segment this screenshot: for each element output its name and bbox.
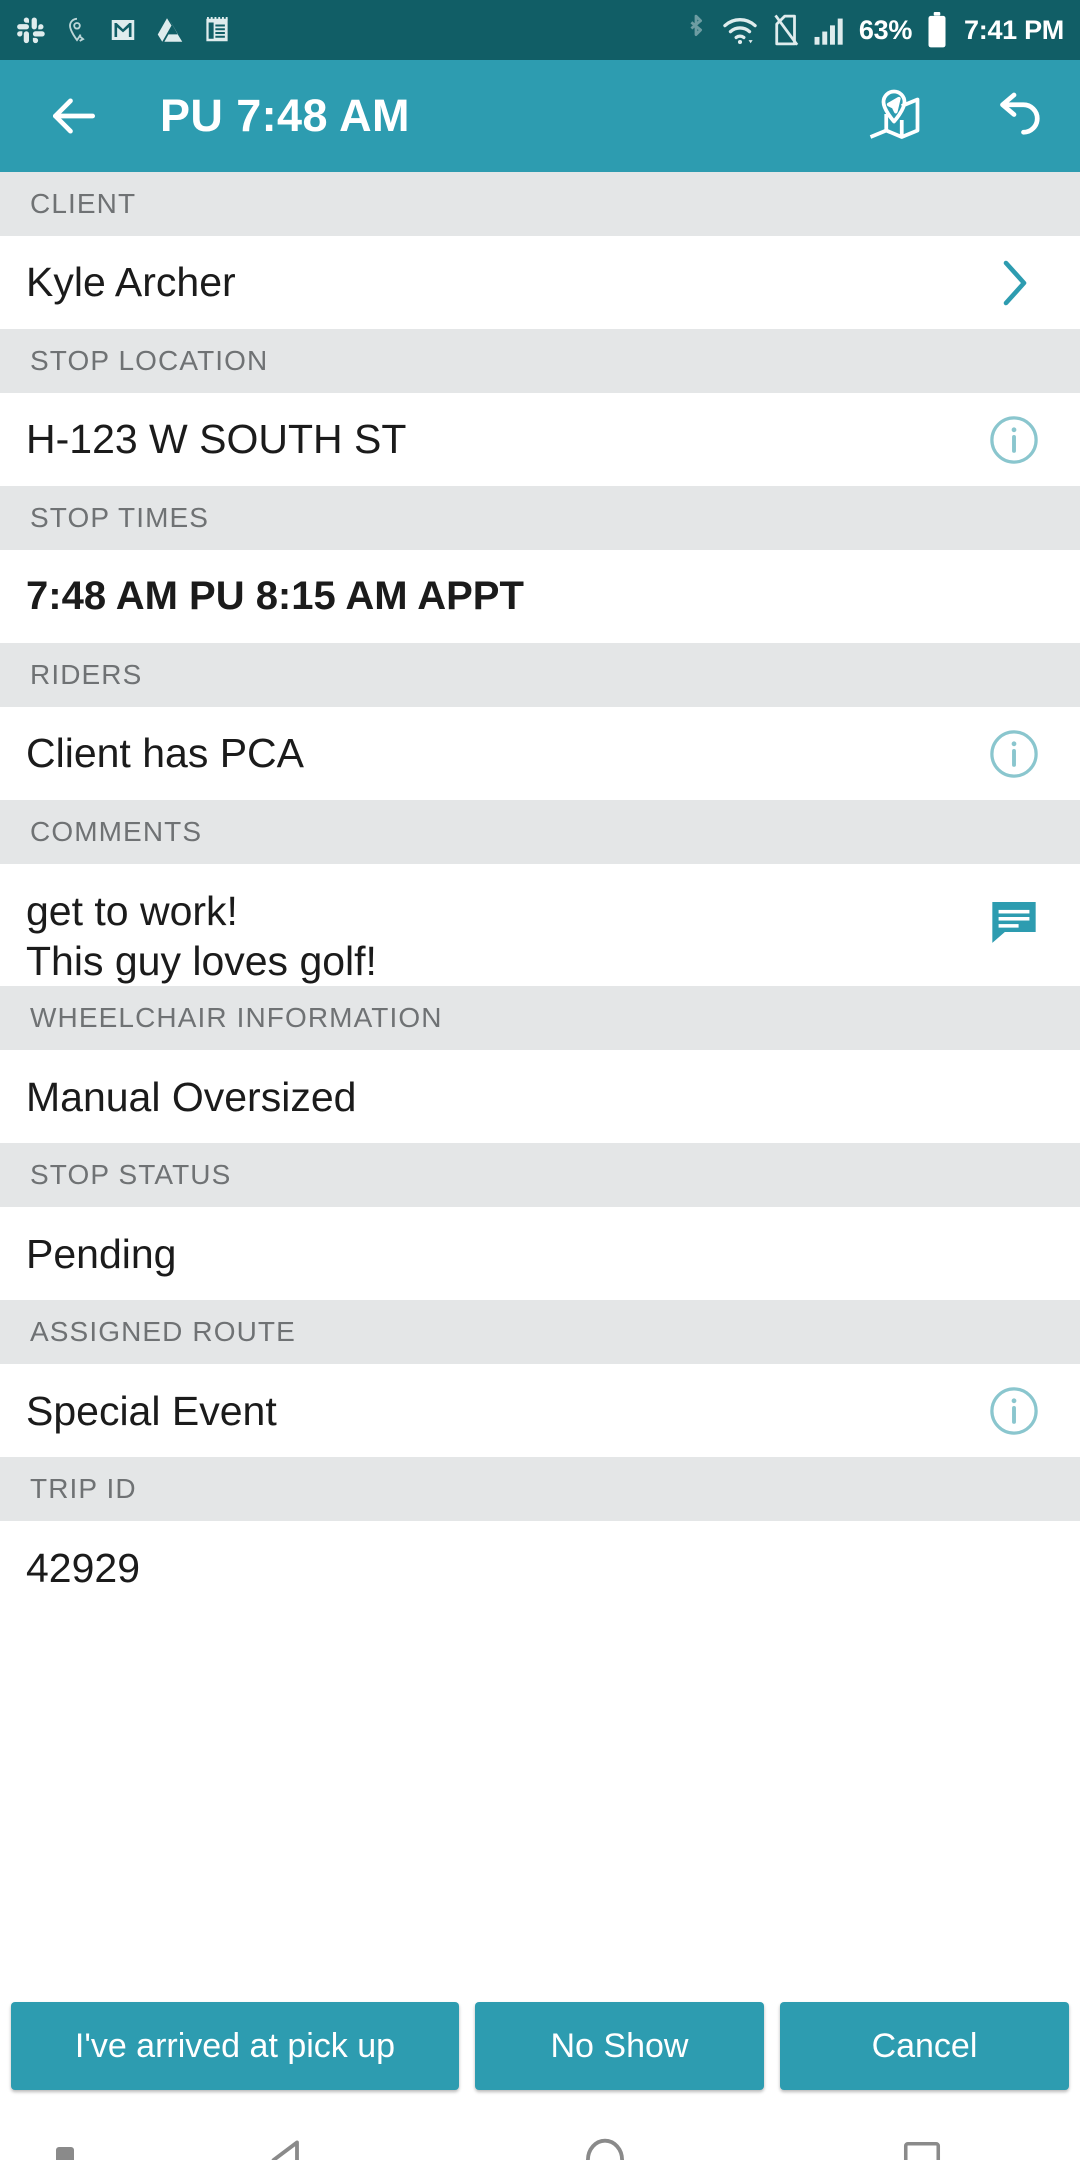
google-drive-icon [157,18,183,42]
row-wheelchair-information: Manual Oversized [0,1050,1080,1144]
nav-recents-slot[interactable] [763,2135,1080,2160]
comment-line-1: get to work! [26,888,238,934]
info-icon[interactable] [982,1379,1046,1443]
recents-square-icon[interactable] [897,2135,947,2160]
section-header-assigned-route: ASSIGNED ROUTE [0,1300,1080,1365]
section-label: STOP LOCATION [30,345,269,376]
battery-icon [928,12,946,48]
section-label: STOP TIMES [30,502,210,533]
section-label: TRIP ID [30,1473,137,1505]
row-assigned-route[interactable]: Special Event [0,1364,1080,1458]
home-circle-icon[interactable] [578,2133,632,2160]
row-stop-status: Pending [0,1207,1080,1301]
app-bar-title: PU 7:48 AM [160,90,410,141]
app-bar-actions [864,86,1046,146]
gmail-icon [111,20,135,40]
status-bar-notification-icons [16,15,232,45]
section-label: CLIENT [30,188,137,219]
section-header-stop-times: STOP TIMES [0,486,1080,550]
row-trip-id: 42929 [0,1521,1080,1615]
row-value-stop-status: Pending [26,1230,177,1277]
section-header-client: CLIENT [0,172,1080,236]
nav-back-slot[interactable] [130,2133,447,2160]
app-bar: PU 7:48 AM [0,60,1080,172]
section-label: STOP STATUS [30,1159,232,1191]
cellular-signal-icon [814,18,843,45]
nav-home-slot[interactable] [447,2133,764,2160]
no-show-button[interactable]: No Show [474,2002,764,2090]
section-label: ASSIGNED ROUTE [30,1316,296,1348]
row-riders[interactable]: Client has PCA [0,707,1080,800]
row-comments[interactable]: get to work! This guy loves golf! [0,864,1080,987]
row-value-stop-location: H-123 W SOUTH ST [26,416,407,463]
detail-list: CLIENT Kyle Archer STOP LOCATION H-123 W… [0,172,1080,1992]
nav-dot-icon [56,2147,74,2160]
section-header-wheelchair-information: WHEELCHAIR INFORMATION [0,986,1080,1051]
back-triangle-icon[interactable] [261,2133,315,2160]
status-bar-clock: 7:41 PM [964,14,1064,45]
nav-dot-slot [0,2147,130,2160]
map-navigate-icon[interactable] [864,86,924,146]
section-header-trip-id: TRIP ID [0,1457,1080,1522]
section-header-stop-location: STOP LOCATION [0,329,1080,393]
row-stop-times: 7:48 AM PU 8:15 AM APPT [0,550,1080,643]
comment-line-2: This guy loves golf! [26,938,377,985]
comment-bubble-icon[interactable] [982,890,1046,954]
info-icon[interactable] [982,408,1046,472]
location-history-icon [69,17,85,42]
row-value-comments: get to work! This guy loves golf! [26,886,982,986]
row-client[interactable]: Kyle Archer [0,236,1080,329]
action-button-bar: I've arrived at pick up No Show Cancel [0,1992,1080,2100]
bluetooth-icon [690,14,702,37]
row-value-client: Kyle Archer [26,259,236,306]
undo-icon[interactable] [986,86,1046,146]
row-value-assigned-route: Special Event [26,1387,277,1434]
section-label: RIDERS [30,659,143,690]
cancel-button[interactable]: Cancel [779,2002,1069,2090]
section-header-riders: RIDERS [0,643,1080,707]
row-value-stop-times: 7:48 AM PU 8:15 AM APPT [26,574,524,619]
section-header-comments: COMMENTS [0,800,1080,864]
notes-icon [206,17,228,42]
battery-percent-label: 63% [858,14,913,45]
section-header-stop-status: STOP STATUS [0,1143,1080,1208]
no-sim-icon [774,14,799,46]
row-value-riders: Client has PCA [26,730,305,777]
status-bar: 63% 7:41 PM [0,0,1080,60]
android-navigation-bar [0,2100,1080,2160]
arrived-at-pickup-button[interactable]: I've arrived at pick up [11,2002,459,2090]
row-value-trip-id: 42929 [26,1544,141,1591]
section-label: WHEELCHAIR INFORMATION [30,1002,443,1034]
slack-icon [17,17,45,44]
back-arrow-icon[interactable] [46,88,102,144]
section-label: COMMENTS [30,816,203,847]
status-bar-system-icons: 63% 7:41 PM [683,12,1064,48]
row-value-wheelchair-information: Manual Oversized [26,1073,357,1120]
wifi-icon [723,18,757,45]
chevron-right-icon[interactable] [982,251,1046,315]
row-stop-location[interactable]: H-123 W SOUTH ST [0,393,1080,486]
info-icon[interactable] [982,722,1046,786]
